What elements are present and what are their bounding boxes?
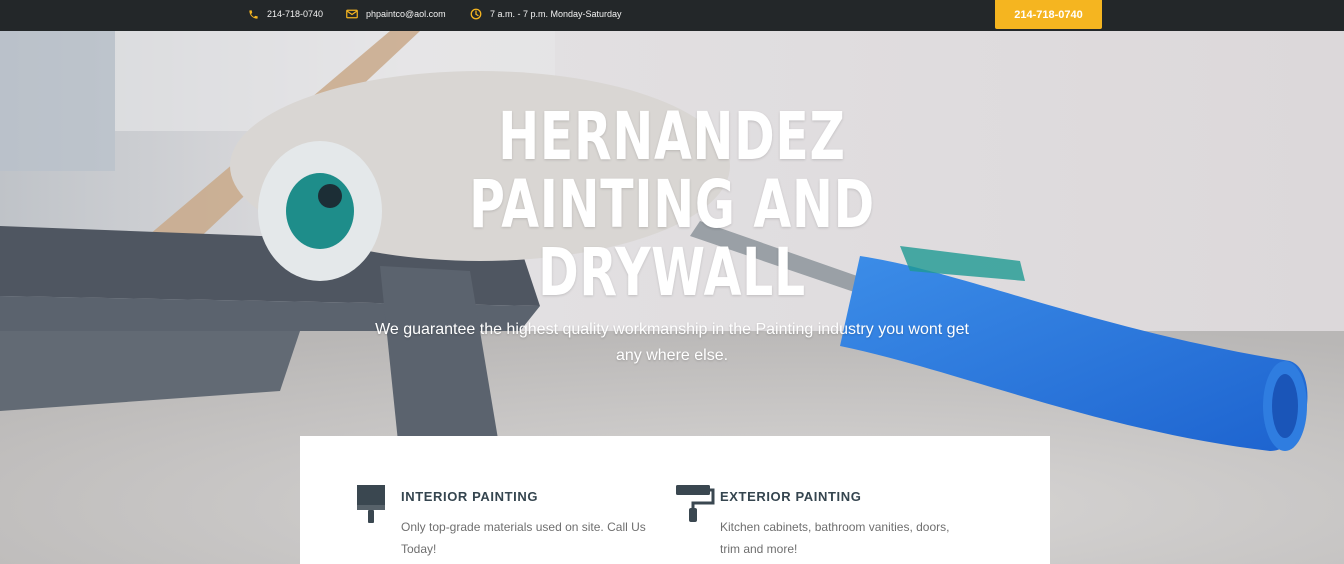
clock-icon	[469, 7, 483, 21]
paint-roller-icon	[675, 484, 715, 524]
hero-subtitle: We guarantee the highest quality workman…	[375, 321, 969, 364]
hero-title-line-1: HERNANDEZ	[498, 98, 846, 175]
paint-brush-icon	[356, 484, 390, 524]
service-title: EXTERIOR PAINTING	[720, 489, 862, 504]
hours-info: 7 a.m. - 7 p.m. Monday-Saturday	[469, 0, 622, 28]
hero-title: HERNANDEZ PAINTING AND DRYWALL	[450, 103, 894, 307]
services-card: INTERIOR PAINTING Only top-grade materia…	[300, 436, 1050, 564]
service-description: Kitchen cabinets, bathroom vanities, doo…	[720, 520, 950, 556]
phone-number: 214-718-0740	[267, 9, 324, 19]
hero-title-line-2: PAINTING AND	[469, 166, 875, 243]
business-hours: 7 a.m. - 7 p.m. Monday-Saturday	[490, 9, 622, 19]
envelope-icon	[345, 7, 359, 21]
phone-icon	[246, 7, 260, 21]
call-button[interactable]: 214-718-0740	[995, 0, 1102, 29]
phone-info[interactable]: 214-718-0740	[246, 0, 323, 28]
hero-title-line-3: DRYWALL	[538, 234, 806, 311]
email-info[interactable]: phpaintco@aol.com	[345, 0, 446, 28]
service-description: Only top-grade materials used on site. C…	[401, 520, 646, 556]
service-title: INTERIOR PAINTING	[401, 489, 539, 504]
email-address: phpaintco@aol.com	[366, 9, 446, 19]
top-bar: 214-718-0740 phpaintco@aol.com 7 a.m. - …	[0, 0, 1344, 31]
